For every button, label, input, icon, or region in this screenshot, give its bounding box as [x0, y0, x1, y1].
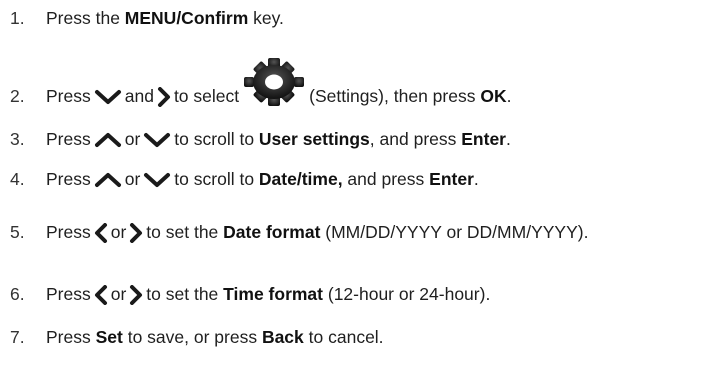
chevron-left-icon: [94, 223, 108, 244]
key-name: Enter: [461, 129, 506, 149]
chevron-down-icon: [94, 89, 122, 105]
step-number: 1.: [10, 8, 25, 28]
chevron-up-icon: [94, 172, 122, 188]
step-number: 2.: [10, 86, 25, 106]
key-name: OK: [480, 86, 507, 106]
step-number: 4.: [10, 169, 25, 189]
step-text: Press Set to save, or press Back to canc…: [46, 327, 384, 347]
chevron-right-icon: [157, 87, 171, 108]
step-text: Press or to scroll to Date/time, and press…: [46, 169, 479, 189]
setting-name: Date format: [223, 222, 321, 242]
step-number: 3.: [10, 129, 25, 149]
chevron-left-icon: [94, 285, 108, 306]
chevron-down-icon: [143, 132, 171, 148]
step-number: 7.: [10, 327, 25, 347]
step-text: Press or to set the Date format (MM/DD/YYY…: [46, 222, 589, 244]
chevron-up-icon: [94, 132, 122, 148]
key-name: Set: [95, 327, 123, 347]
step-text: Press or to scroll to User settings, and p…: [46, 129, 511, 149]
chevron-down-icon: [143, 172, 171, 188]
chevron-right-icon: [129, 285, 143, 306]
setting-name: Time format: [223, 284, 323, 304]
key-name: MENU/Confirm: [124, 8, 249, 28]
step-text: Press the MENU/Confirm key.: [46, 8, 284, 28]
key-name: Enter: [429, 169, 474, 189]
menu-item-name: Date/time,: [258, 169, 343, 189]
chevron-right-icon: [129, 223, 143, 244]
key-name: Back: [261, 327, 304, 347]
step-number: 5.: [10, 222, 25, 242]
step-number: 6.: [10, 284, 25, 304]
menu-item-name: User settings: [258, 129, 370, 149]
step-text: Press and to select (Settings), then press …: [46, 58, 511, 108]
gear-icon: [242, 58, 306, 107]
step-text: Press or to set the Time format (12-hour o…: [46, 284, 491, 306]
